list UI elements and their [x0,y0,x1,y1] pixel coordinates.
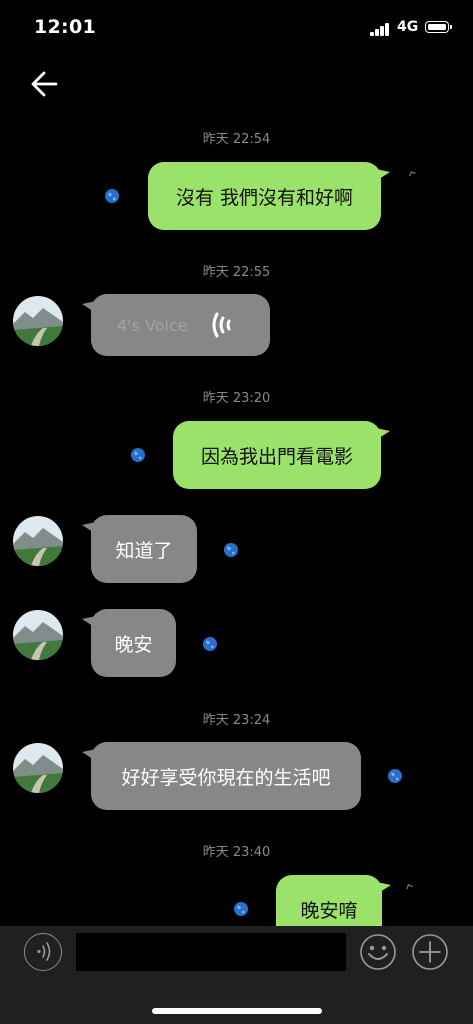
message-bubble-sent[interactable]: 因為我出門看電影 [173,421,390,489]
timestamp: 昨天 22:54 [202,132,271,147]
contact-avatar[interactable] [13,610,63,660]
plus-icon [412,934,448,970]
voice-message-bubble[interactable]: 4's Voice [82,294,270,356]
emoji-icon [360,934,396,970]
avatar-image [13,610,63,660]
timestamp: 昨天 23:40 [202,845,271,860]
status-time: 12:01 [34,16,96,38]
message-input[interactable] [76,933,346,971]
globe-icon [131,448,145,462]
home-indicator [152,1008,322,1014]
message-bubble-received[interactable]: 知道了 [82,515,197,583]
globe-icon [203,637,217,651]
message-text: 沒有 我們沒有和好啊 [175,186,354,209]
avatar-image [13,516,63,566]
timestamp: 昨天 23:20 [202,391,271,406]
globe-icon [234,902,248,916]
avatar-image [13,296,63,346]
message-bubble-received[interactable]: 好好享受你現在的生活吧 [82,742,361,810]
avatar-image [13,743,63,793]
voice-wave-icon [212,312,231,338]
voice-input-icon [37,942,51,961]
contact-avatar[interactable] [13,516,63,566]
back-arrow-icon [31,71,58,97]
contact-avatar[interactable] [13,743,63,793]
globe-icon [105,189,119,203]
emoji-button[interactable] [359,933,397,971]
globe-icon [224,543,238,557]
plus-button[interactable] [411,933,449,971]
battery-icon [425,21,452,33]
voice-message-label: 4's Voice [117,316,188,335]
read-indicator [406,884,413,891]
timestamp: 昨天 23:24 [202,713,271,728]
message-text: 因為我出門看電影 [200,445,353,468]
message-bubble-sent[interactable]: 沒有 我們沒有和好啊 [148,162,390,230]
signal-icon [370,22,390,36]
globe-icon [388,769,402,783]
message-text: 知道了 [115,539,173,562]
message-bubble-received[interactable]: 晚安 [82,609,176,677]
message-text: 晚安唷 [300,899,358,922]
message-text: 晚安 [114,633,153,656]
back-button[interactable] [26,64,66,104]
status-bar: 12:01 4G [0,0,473,56]
timestamp: 昨天 22:55 [202,265,271,280]
message-text: 好好享受你現在的生活吧 [121,766,331,789]
read-indicator [409,171,416,178]
voice-input-button[interactable] [24,933,62,971]
contact-avatar[interactable] [13,296,63,346]
network-type: 4G [397,19,419,35]
